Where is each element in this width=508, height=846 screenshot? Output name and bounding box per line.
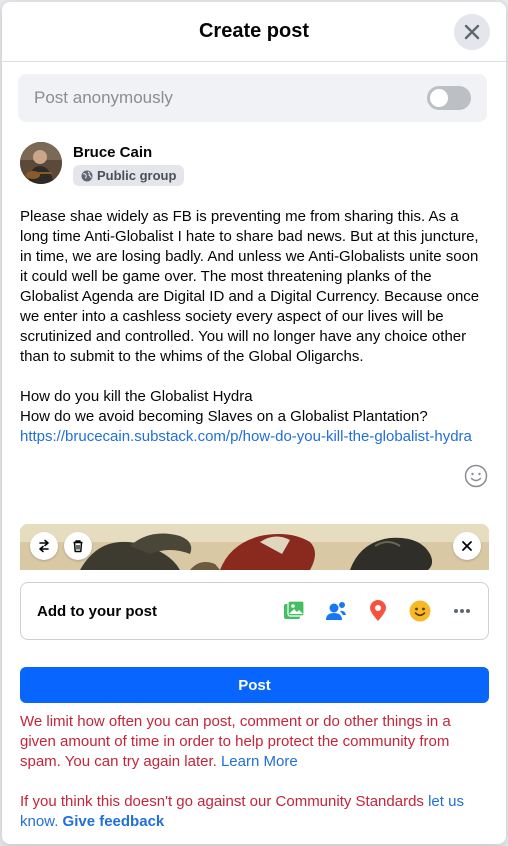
post-anonymously-label: Post anonymously [34, 88, 173, 107]
check-in-button[interactable] [366, 599, 390, 623]
delete-image-button[interactable] [64, 532, 92, 560]
smiley-icon [464, 464, 488, 488]
tag-people-icon [326, 602, 346, 620]
swap-image-button[interactable] [30, 532, 58, 560]
feeling-activity-button[interactable] [408, 599, 432, 623]
rate-limit-notice: We limit how often you can post, comment… [20, 712, 482, 772]
photo-video-button[interactable] [282, 599, 306, 623]
dialog-title: Create post [198, 20, 310, 42]
add-to-post-label: Add to your post [37, 602, 157, 620]
photo-icon [284, 600, 305, 619]
avatar[interactable] [20, 142, 62, 184]
swap-icon [39, 539, 49, 553]
post-button[interactable]: Post [20, 667, 489, 703]
location-icon [370, 600, 386, 621]
post-link[interactable]: https://brucecain.substack.com/p/how-do-… [20, 428, 472, 445]
feeling-icon [409, 600, 431, 622]
author-name[interactable]: Bruce Cain [73, 144, 184, 161]
post-line: How do we avoid becoming Slaves on a Glo… [20, 408, 428, 425]
feedback-notice: If you think this doesn't go against our… [20, 792, 482, 832]
emoji-picker-button[interactable] [464, 464, 488, 488]
audience-selector[interactable]: Public group [73, 165, 185, 186]
close-icon [464, 24, 480, 40]
more-icon [454, 609, 470, 613]
create-post-dialog: Create post Post anonymously Bruce Cain [2, 2, 506, 844]
more-options-button[interactable] [450, 599, 474, 623]
standards-text: If you think this doesn't go against our… [20, 793, 424, 810]
toggle-knob [430, 89, 448, 107]
trash-icon [73, 540, 83, 553]
tag-people-button[interactable] [324, 599, 348, 623]
give-feedback-link[interactable]: Give feedback [63, 813, 165, 830]
dialog-header: Create post [2, 2, 506, 62]
close-button[interactable] [454, 14, 490, 50]
post-text-area[interactable]: Please shae widely as FB is preventing m… [20, 207, 480, 447]
remove-image-button[interactable] [453, 532, 481, 560]
learn-more-link[interactable]: Learn More [221, 753, 298, 770]
post-anonymously-row[interactable]: Post anonymously [18, 74, 487, 122]
add-to-post-panel: Add to your post [20, 582, 489, 640]
post-paragraph: Please shae widely as FB is preventing m… [20, 208, 480, 365]
anonymous-toggle[interactable] [427, 86, 471, 110]
audience-label: Public group [97, 168, 177, 183]
globe-icon [81, 170, 93, 181]
post-line: How do you kill the Globalist Hydra [20, 388, 253, 405]
close-icon [462, 541, 472, 551]
attached-image [20, 524, 489, 570]
author-block: Bruce Cain Public group [20, 142, 185, 187]
